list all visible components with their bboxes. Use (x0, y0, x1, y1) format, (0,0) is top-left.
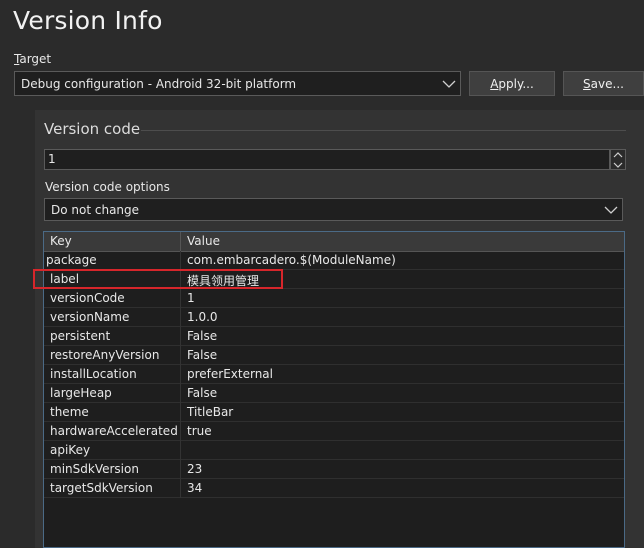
table-row[interactable]: installLocation preferExternal (44, 365, 624, 384)
grid-header-value[interactable]: Value (187, 234, 220, 248)
version-code-options-value: Do not change (51, 202, 140, 217)
table-row[interactable]: restoreAnyVersion False (44, 346, 624, 365)
row-key: targetSdkVersion (50, 481, 153, 495)
spin-down-button[interactable] (611, 160, 625, 169)
spin-up-button[interactable] (611, 150, 625, 159)
column-separator (180, 251, 181, 270)
column-separator (180, 422, 181, 441)
column-separator (180, 479, 181, 498)
version-code-section-title: Version code (44, 120, 141, 138)
apply-button-mnemonic: A (490, 76, 499, 91)
row-key: largeHeap (50, 386, 112, 400)
column-separator (180, 384, 181, 403)
column-separator (180, 346, 181, 365)
row-key: label (50, 272, 80, 286)
save-button-mnemonic: S (583, 76, 591, 91)
key-value-grid[interactable]: Key Value package com.embarcadero.$(Modu… (43, 231, 625, 548)
page-title: Version Info (13, 6, 163, 35)
chevron-down-icon (613, 162, 623, 168)
table-row[interactable]: theme TitleBar (44, 403, 624, 422)
row-value[interactable]: 模具领用管理 (187, 272, 259, 289)
column-separator (180, 308, 181, 327)
apply-button-rest: pply... (498, 76, 534, 91)
table-row[interactable]: targetSdkVersion 34 (44, 479, 624, 498)
target-dropdown-value: Debug configuration - Android 32-bit pla… (21, 76, 297, 91)
table-row[interactable]: largeHeap False (44, 384, 624, 403)
target-dropdown[interactable]: Debug configuration - Android 32-bit pla… (14, 71, 461, 96)
table-row[interactable]: minSdkVersion 23 (44, 460, 624, 479)
save-button[interactable]: Save... (563, 71, 644, 96)
row-key: versionCode (50, 291, 125, 305)
chevron-down-icon (604, 206, 618, 214)
version-code-spinner[interactable] (610, 149, 626, 170)
row-value[interactable]: TitleBar (187, 405, 233, 419)
row-key: versionName (50, 310, 130, 324)
row-value[interactable]: 34 (187, 481, 202, 495)
row-value[interactable]: False (187, 348, 217, 362)
row-key: minSdkVersion (50, 462, 139, 476)
row-value[interactable]: 23 (187, 462, 202, 476)
chevron-up-icon (613, 151, 623, 157)
table-row[interactable]: label 模具领用管理 (44, 270, 624, 289)
row-key: hardwareAccelerated (50, 424, 178, 438)
column-separator (180, 365, 181, 384)
row-value[interactable]: true (187, 424, 212, 438)
row-value[interactable]: 1 (187, 291, 195, 305)
column-separator (180, 403, 181, 422)
version-code-input[interactable]: 1 (44, 149, 610, 170)
column-separator (180, 270, 181, 289)
row-value[interactable]: False (187, 386, 217, 400)
row-value[interactable]: com.embarcadero.$(ModuleName) (187, 253, 396, 267)
column-separator (180, 441, 181, 460)
row-value[interactable]: 1.0.0 (187, 310, 218, 324)
column-separator (180, 460, 181, 479)
table-row[interactable]: hardwareAccelerated true (44, 422, 624, 441)
version-code-options-label: Version code options (45, 180, 170, 194)
row-key: theme (50, 405, 89, 419)
row-key: installLocation (50, 367, 137, 381)
row-key: apiKey (50, 443, 91, 457)
row-key: restoreAnyVersion (50, 348, 160, 362)
column-separator[interactable] (180, 232, 181, 251)
table-row[interactable]: versionName 1.0.0 (44, 308, 624, 327)
table-row[interactable]: versionCode 1 (44, 289, 624, 308)
table-row[interactable]: persistent False (44, 327, 624, 346)
version-code-options-dropdown[interactable]: Do not change (44, 198, 623, 221)
grid-header: Key Value (44, 232, 624, 252)
row-key: package (46, 253, 97, 267)
apply-button[interactable]: Apply... (469, 71, 555, 96)
column-separator (180, 327, 181, 346)
target-label-rest: arget (19, 52, 52, 66)
table-row[interactable]: apiKey (44, 441, 624, 460)
section-divider (141, 130, 626, 131)
column-separator (180, 289, 181, 308)
row-value[interactable]: preferExternal (187, 367, 273, 381)
chevron-down-icon (442, 80, 456, 88)
table-row[interactable]: package com.embarcadero.$(ModuleName) (44, 251, 624, 270)
row-value[interactable]: False (187, 329, 217, 343)
save-button-rest: ave... (590, 76, 624, 91)
target-label: Target (14, 52, 51, 66)
row-key: persistent (50, 329, 111, 343)
grid-header-key[interactable]: Key (50, 234, 72, 248)
